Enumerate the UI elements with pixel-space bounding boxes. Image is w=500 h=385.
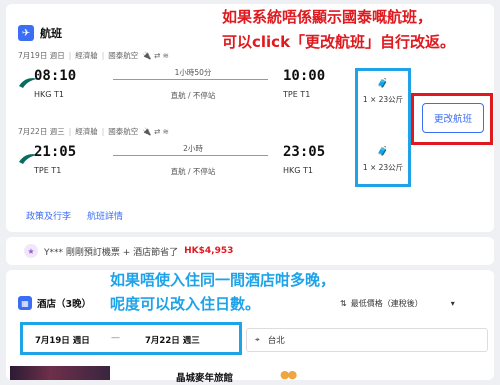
annotation-line: 如果唔使入住同一間酒店咁多晚， (110, 271, 336, 289)
leg-amenity-icons: 🔌 ⇄ ≋ (142, 51, 169, 60)
flight-section-header: ✈ 航班 (18, 25, 62, 41)
luggage-icon: 🧳 (377, 147, 389, 157)
baggage-allowance: 1 × 23公斤 (362, 163, 404, 172)
baggage-return: 🧳 1 × 23公斤 (358, 147, 408, 173)
baggage-outbound: 🧳 1 × 23公斤 (358, 79, 408, 105)
annotation-change-flight: 如果系統唔係顯示國泰嘅航班， 可以click「更改航班」自行改返。 (222, 5, 500, 55)
baggage-allowance: 1 × 23公斤 (362, 95, 404, 104)
annotation-line: 呢度可以改入住日數。 (110, 295, 261, 313)
check-in-date[interactable]: 7月19日 週日 (35, 334, 90, 346)
arrival-airport: TPE T1 (283, 90, 311, 99)
annotation-line: 可以click「更改航班」自行改返。 (222, 33, 456, 51)
location-field[interactable]: ⌖ 台北 (246, 328, 488, 352)
leg-amenity-icons: 🔌 ⇄ ≋ (142, 127, 169, 136)
change-flight-highlight-box: 更改航班 (411, 93, 493, 145)
promo-amount: HK$4,953 (184, 246, 234, 256)
baggage-highlight-box: 🧳 1 × 23公斤 🧳 1 × 23公斤 (355, 68, 411, 187)
leg-cabin: 經濟艙 (75, 127, 98, 136)
leg-date: 7月22日 週三 (18, 127, 65, 136)
leg-airline: 國泰航空 (108, 127, 139, 136)
leg-airline: 國泰航空 (108, 51, 139, 60)
route-line (113, 79, 268, 80)
flight-leg-return: 7月22日 週三 | 經濟艙 | 國泰航空 🔌 ⇄ ≋ 21:05 TPE T1… (18, 126, 358, 176)
hotel-name[interactable]: 晶城麥年旅館 (176, 370, 233, 384)
arrival-time: 10:00 (283, 68, 326, 84)
promo-text: Y*** 剛剛預訂機票 + 酒店節省了 (44, 247, 179, 258)
arrival-time: 23:05 (283, 144, 326, 160)
flight-details-link[interactable]: 航班詳情 (87, 209, 123, 222)
change-flight-button[interactable]: 更改航班 (422, 103, 484, 133)
departure-time: 21:05 (34, 144, 77, 160)
departure-time: 08:10 (34, 68, 77, 84)
promo-bar: ★ Y*** 剛剛預訂機票 + 酒店節省了 HK$4,953 (6, 237, 494, 265)
leg-meta: 7月22日 週三 | 經濟艙 | 國泰航空 🔌 ⇄ ≋ (18, 127, 169, 136)
arrival-airport: HKG T1 (283, 166, 313, 175)
hotel-thumbnail[interactable] (10, 366, 110, 380)
date-separator: — (111, 333, 120, 343)
departure-airport: TPE T1 (34, 166, 62, 175)
airplane-icon: ✈ (18, 25, 34, 41)
hotel-section-header: ▦ 酒店（3晚） (18, 296, 91, 310)
map-pin-icon: ⌖ (255, 335, 260, 345)
annotation-line: 如果系統唔係顯示國泰嘅航班， (222, 8, 433, 26)
flight-duration: 1小時50分 (174, 68, 212, 77)
departure-airport: HKG T1 (34, 90, 64, 99)
stop-info: 直航 / 不停站 (170, 91, 216, 100)
location-value: 台北 (267, 336, 285, 346)
leg-date: 7月19日 週日 (18, 51, 65, 60)
flight-duration: 2小時 (183, 144, 203, 153)
annotation-change-dates: 如果唔使入住同一間酒店咁多晚， 呢度可以改入住日數。 (110, 268, 500, 316)
hotel-section-title: 酒店（3晚） (37, 299, 92, 310)
rating-icon: ●● (280, 368, 297, 381)
flight-links: 政策及行李 航班詳情 (26, 209, 123, 222)
stop-info: 直航 / 不停站 (170, 167, 216, 176)
hotel-icon: ▦ (18, 296, 32, 310)
savings-badge-icon: ★ (24, 244, 38, 258)
policy-baggage-link[interactable]: 政策及行李 (26, 209, 71, 222)
luggage-icon: 🧳 (377, 79, 389, 89)
leg-cabin: 經濟艙 (75, 51, 98, 60)
flight-section-title: 航班 (40, 27, 62, 40)
stay-dates-field[interactable]: 7月19日 週日 — 7月22日 週三 (20, 322, 242, 355)
route-line (113, 155, 268, 156)
check-out-date[interactable]: 7月22日 週三 (145, 334, 200, 346)
